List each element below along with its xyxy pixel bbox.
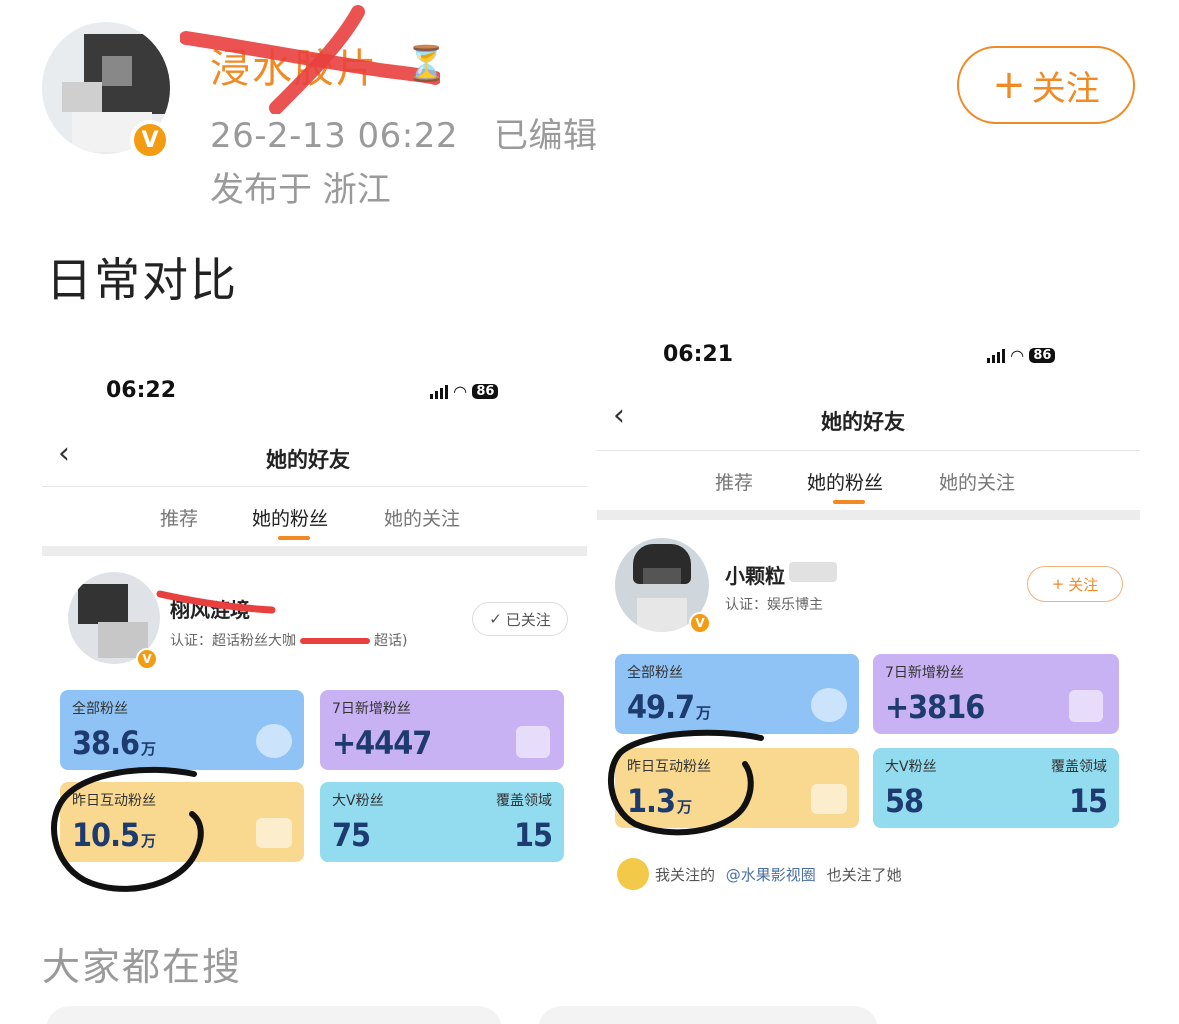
stat-label: 全部粉丝	[627, 665, 683, 681]
mutual-avatar	[617, 858, 649, 890]
signal-icon	[430, 384, 448, 399]
status-bar-icons: ◠ 86	[987, 346, 1056, 365]
post-location: 发布于 浙江	[210, 170, 391, 210]
nav-divider	[597, 450, 1140, 451]
user-cert-text: 认证：超话粉丝大咖	[170, 633, 296, 649]
tab-recommend[interactable]: 推荐	[160, 504, 198, 531]
battery-icon: 86	[472, 384, 499, 399]
user-name[interactable]: 小颗粒	[725, 560, 785, 589]
chat-bubble-icon	[256, 818, 292, 848]
post-timestamp: 26-2-13 06:22	[210, 116, 458, 156]
status-bar-time: 06:21	[663, 342, 734, 367]
stat-value: 75	[332, 816, 371, 854]
stat-value-coverage: 15	[1068, 782, 1108, 820]
hand-drawn-circle-annotation	[607, 729, 764, 836]
post-text: 日常对比	[46, 253, 238, 307]
calendar-icon	[1069, 690, 1103, 722]
stat-card-all-fans: 全部粉丝 49.7 万	[615, 654, 859, 734]
stat-label: 大V粉丝	[332, 793, 384, 809]
follow-button-label: 关注	[1031, 68, 1100, 109]
fans-icon	[256, 724, 292, 758]
back-chevron-icon[interactable]: ‹	[58, 436, 70, 471]
section-divider	[42, 546, 587, 556]
stat-label-coverage: 覆盖领域	[496, 793, 552, 809]
stat-value: +3816	[885, 688, 985, 726]
stat-value: 49.7 万	[627, 688, 712, 726]
plus-icon: +	[992, 62, 1026, 108]
status-bar-icons: ◠ 86	[430, 382, 499, 401]
calendar-icon	[516, 726, 550, 758]
stat-card-new-fans: 7日新增粉丝 +3816	[873, 654, 1119, 734]
avatar-pixelation	[102, 56, 132, 86]
stat-card-bigv-fans: 大V粉丝 75 覆盖领域 15	[320, 782, 564, 862]
follow-button[interactable]: + 关注	[957, 46, 1135, 124]
signal-icon	[987, 348, 1005, 363]
stat-value: 38.6 万	[72, 724, 157, 762]
red-scribble-redaction	[180, 5, 440, 114]
user-cert-suffix: 超话)	[374, 633, 408, 649]
section-divider	[597, 510, 1140, 520]
plus-icon: +	[1051, 575, 1065, 593]
nav-title: 她的好友	[821, 410, 905, 434]
battery-icon: 86	[1029, 348, 1056, 363]
wifi-icon: ◠	[454, 382, 467, 401]
stat-card-all-fans: 全部粉丝 38.6 万	[60, 690, 304, 770]
user-cert: 认证：娱乐博主	[725, 597, 823, 613]
trending-search-chip[interactable]	[538, 1006, 878, 1024]
check-icon: ✓	[489, 610, 502, 628]
mutual-follow-note[interactable]: 我关注的 @水果影视圈 也关注了她	[655, 864, 902, 885]
nav-divider	[42, 486, 587, 487]
stat-label-coverage: 覆盖领域	[1051, 759, 1107, 775]
verified-badge-icon: V	[136, 648, 158, 670]
right-screenshot-image[interactable]: 06:21 ◠ 86 ‹ 她的好友 推荐 她的粉丝 她的关注 V 小颗粒 认证：…	[597, 340, 1140, 900]
user-cert: 认证：超话粉丝大咖 超话)	[170, 630, 407, 650]
mention-link[interactable]: @水果影视圈	[726, 866, 816, 884]
stat-label: 7日新增粉丝	[332, 701, 411, 717]
chat-bubble-icon	[811, 784, 847, 814]
stat-card-new-fans: 7日新增粉丝 +4447	[320, 690, 564, 770]
hourglass-icon: ⏳	[405, 44, 448, 84]
edited-label[interactable]: 已编辑	[494, 116, 598, 156]
stat-label: 7日新增粉丝	[885, 665, 964, 681]
status-bar-time: 06:22	[106, 378, 177, 403]
left-screenshot-image[interactable]: 06:22 ◠ 86 ‹ 她的好友 推荐 她的粉丝 她的关注 V 栩风涟境 认证…	[42, 358, 587, 892]
stat-value-coverage: 15	[513, 816, 553, 854]
active-tab-indicator	[833, 500, 865, 504]
nav-title: 她的好友	[266, 448, 350, 472]
tab-her-following[interactable]: 她的关注	[939, 468, 1015, 495]
hand-drawn-circle-annotation	[50, 766, 204, 892]
trending-search-title: 大家都在搜	[42, 945, 243, 989]
stat-value: +4447	[332, 724, 432, 762]
follow-button[interactable]: + 关注	[1027, 566, 1123, 602]
fans-icon	[811, 688, 847, 722]
stat-value: 58	[885, 782, 924, 820]
tab-recommend[interactable]: 推荐	[715, 468, 753, 495]
red-scribble-redaction	[156, 590, 276, 614]
back-chevron-icon[interactable]: ‹	[613, 398, 625, 433]
stat-card-bigv-fans: 大V粉丝 58 覆盖领域 15	[873, 748, 1119, 828]
post-meta: 26-2-13 06:22 已编辑	[210, 108, 598, 157]
followed-button-label: 已关注	[505, 610, 551, 629]
verified-badge-icon: V	[130, 120, 170, 160]
followed-button[interactable]: ✓ 已关注	[472, 602, 568, 636]
trending-search-chip[interactable]	[46, 1006, 502, 1024]
stat-label: 全部粉丝	[72, 701, 128, 717]
tab-her-fans[interactable]: 她的粉丝	[252, 504, 328, 531]
active-tab-indicator	[278, 536, 310, 540]
tab-her-fans[interactable]: 她的粉丝	[807, 468, 883, 495]
tab-her-following[interactable]: 她的关注	[384, 504, 460, 531]
stat-label: 大V粉丝	[885, 759, 937, 775]
redacted-text	[300, 638, 370, 644]
avatar-pixelation	[62, 82, 102, 112]
verified-badge-icon: V	[689, 612, 711, 634]
follow-button-label: 关注	[1068, 575, 1099, 594]
blurred-name-redaction	[789, 562, 837, 582]
wifi-icon: ◠	[1011, 346, 1024, 365]
